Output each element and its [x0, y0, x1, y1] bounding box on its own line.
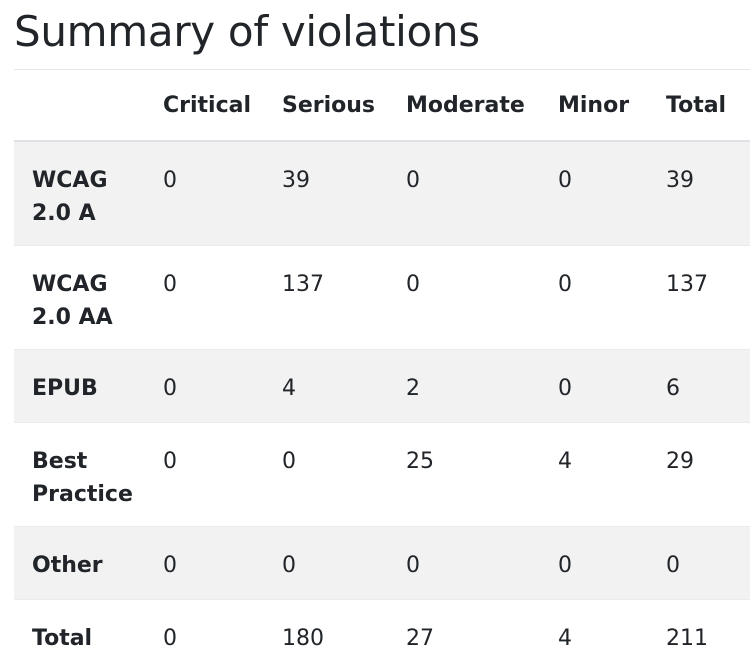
cell-serious: 0 [264, 527, 388, 600]
row-label: WCAG 2.0 A [14, 141, 145, 246]
row-label: Other [14, 527, 145, 600]
cell-minor: 0 [540, 350, 648, 423]
cell-total: 0 [648, 527, 750, 600]
cell-minor: 0 [540, 141, 648, 246]
table-row: WCAG 2.0 AA 0 137 0 0 137 [14, 246, 750, 350]
header-minor: Minor [540, 70, 648, 141]
table-row: WCAG 2.0 A 0 39 0 0 39 [14, 141, 750, 246]
cell-critical: 0 [145, 350, 264, 423]
cell-serious: 39 [264, 141, 388, 246]
cell-serious: 0 [264, 423, 388, 527]
header-moderate: Moderate [388, 70, 540, 141]
header-row-label [14, 70, 145, 141]
violations-summary: Summary of violations Critical Serious M… [14, 0, 750, 672]
cell-critical: 0 [145, 423, 264, 527]
table-row-total: Total 0 180 27 4 211 [14, 600, 750, 672]
cell-total: 39 [648, 141, 750, 246]
cell-minor: 4 [540, 600, 648, 672]
cell-serious: 180 [264, 600, 388, 672]
cell-critical: 0 [145, 141, 264, 246]
cell-minor: 0 [540, 527, 648, 600]
table-row: Best Practice 0 0 25 4 29 [14, 423, 750, 527]
cell-minor: 4 [540, 423, 648, 527]
table-row: Other 0 0 0 0 0 [14, 527, 750, 600]
cell-moderate: 25 [388, 423, 540, 527]
cell-critical: 0 [145, 600, 264, 672]
header-total: Total [648, 70, 750, 141]
table-row: EPUB 0 4 2 0 6 [14, 350, 750, 423]
cell-moderate: 2 [388, 350, 540, 423]
row-label: Total [14, 600, 145, 672]
cell-moderate: 0 [388, 246, 540, 350]
cell-total: 6 [648, 350, 750, 423]
header-serious: Serious [264, 70, 388, 141]
cell-moderate: 0 [388, 527, 540, 600]
cell-moderate: 0 [388, 141, 540, 246]
cell-moderate: 27 [388, 600, 540, 672]
cell-serious: 4 [264, 350, 388, 423]
row-label: WCAG 2.0 AA [14, 246, 145, 350]
violations-table: Critical Serious Moderate Minor Total WC… [14, 70, 750, 672]
header-critical: Critical [145, 70, 264, 141]
cell-critical: 0 [145, 246, 264, 350]
cell-total: 137 [648, 246, 750, 350]
cell-total: 211 [648, 600, 750, 672]
cell-serious: 137 [264, 246, 388, 350]
cell-minor: 0 [540, 246, 648, 350]
row-label: EPUB [14, 350, 145, 423]
table-header-row: Critical Serious Moderate Minor Total [14, 70, 750, 141]
row-label: Best Practice [14, 423, 145, 527]
cell-total: 29 [648, 423, 750, 527]
cell-critical: 0 [145, 527, 264, 600]
page-title: Summary of violations [14, 0, 750, 66]
